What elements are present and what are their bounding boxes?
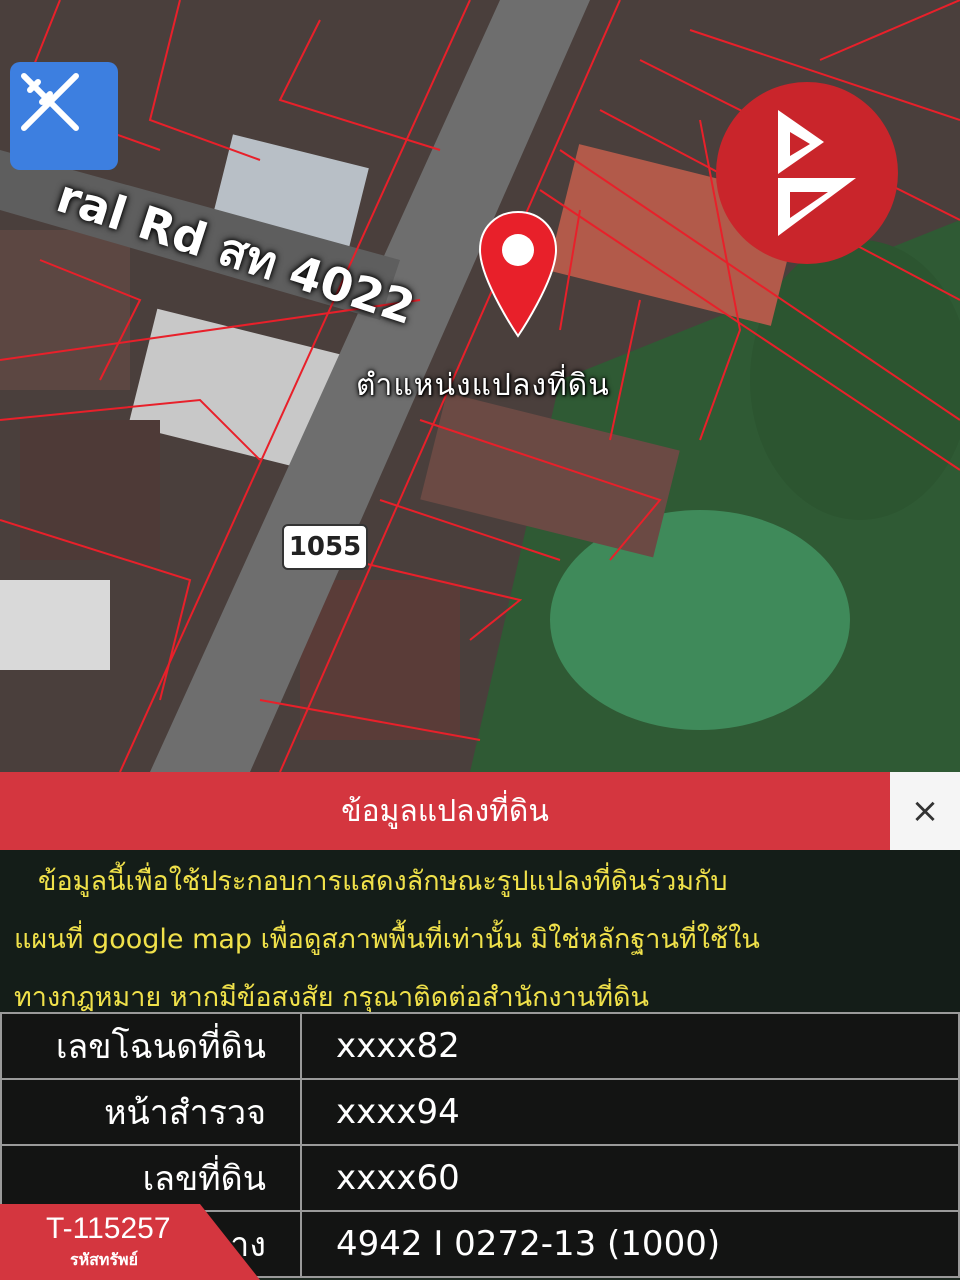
- disclaimer-line-1: ข้อมูลนี้เพื่อใช้ประกอบการแสดงลักษณะรูปแ…: [38, 866, 728, 897]
- deed-number-value: xxxx82: [300, 1012, 960, 1080]
- asset-code-caption: รหัสทรัพย์: [70, 1250, 138, 1269]
- land-number-value: xxxx60: [300, 1144, 960, 1212]
- satellite-map[interactable]: ral Rd สท 4022 ตำแหน่งแปลงที่ดิน 1055: [0, 0, 960, 772]
- deed-number-label: เลขโฉนดที่ดิน: [0, 1012, 302, 1080]
- map-sheet-value: 4942 I 0272-13 (1000): [300, 1210, 960, 1278]
- survey-page-label: หน้าสำรวจ: [0, 1078, 302, 1146]
- disclaimer-line-2: แผนที่ google map เพื่อดูสภาพพื้นที่เท่า…: [14, 924, 760, 955]
- map-pin-icon[interactable]: [476, 210, 560, 340]
- route-number-badge: 1055: [282, 524, 368, 570]
- survey-page-value: xxxx94: [300, 1078, 960, 1146]
- table-row: เลขโฉนดที่ดิน xxxx82: [0, 1012, 960, 1080]
- close-button[interactable]: ×: [890, 772, 960, 850]
- table-row: เลขที่ดิน xxxx60: [0, 1144, 960, 1212]
- panel-header: ข้อมูลแปลงที่ดิน ×: [0, 772, 960, 850]
- asset-code-tag: T-115257 รหัสทรัพย์: [0, 1204, 260, 1280]
- brand-logo-icon: [716, 82, 898, 264]
- disclaimer-notice: ข้อมูลนี้เพื่อใช้ประกอบการแสดงลักษณะรูปแ…: [0, 850, 960, 1013]
- table-row: หน้าสำรวจ xxxx94: [0, 1078, 960, 1146]
- land-number-label: เลขที่ดิน: [0, 1144, 302, 1212]
- panel-title: ข้อมูลแปลงที่ดิน: [341, 793, 549, 829]
- ruler-pencil-icon[interactable]: [10, 62, 118, 170]
- asset-code: T-115257: [46, 1212, 171, 1245]
- parcel-marker-label: ตำแหน่งแปลงที่ดิน: [356, 368, 610, 403]
